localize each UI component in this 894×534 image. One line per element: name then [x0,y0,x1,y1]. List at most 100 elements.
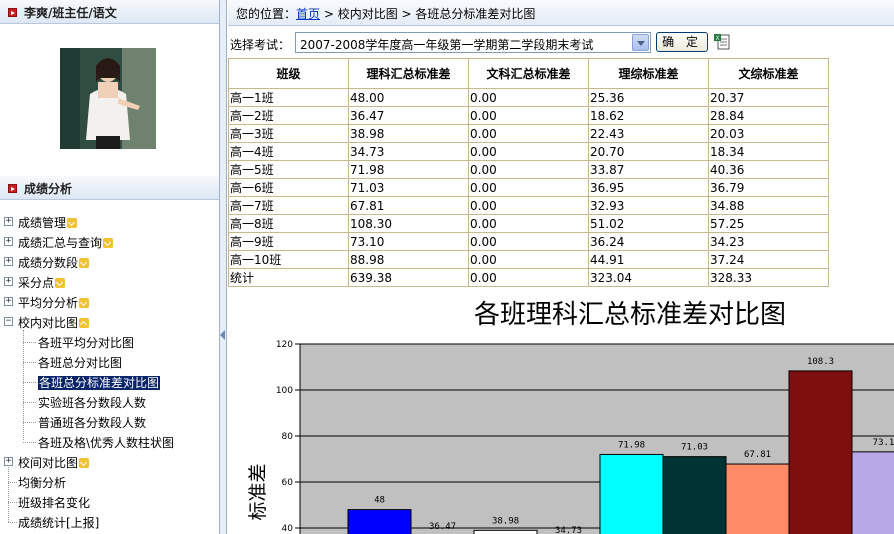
chart-data-label: 71.03 [681,443,708,453]
tree-item-label: 成绩管理 [18,216,67,230]
chevron-down-icon [67,218,78,228]
column-header: 班级 [228,58,349,89]
value-cell: 20.03 [708,124,829,143]
expand-icon[interactable]: + [4,457,13,466]
value-cell: 36.79 [708,178,829,197]
table-row: 统计 639.38 0.00 323.04 328.33 [228,268,829,287]
value-cell: 51.02 [588,214,709,233]
chart-bar [473,529,538,534]
exam-select[interactable]: 2007-2008学年度高一年级第一学期第二学段期末考试 [295,32,651,53]
section-header-text: 成绩分析 [24,182,73,196]
value-cell: 0.00 [468,160,589,179]
chart-data-label: 67.81 [744,450,771,460]
column-header: 理科汇总标准差 [348,58,469,89]
stddev-table: 班级 理科汇总标准差 文科汇总标准差 理综标准差 文综标准差 高一1班 48.00… [228,58,829,287]
value-cell: 25.36 [588,88,709,107]
red-arrow-icon [8,184,17,193]
chart-data-label: 34.73 [555,526,582,534]
chart-y-tick-label: 120 [276,340,293,350]
tree-item-label: 普通班各分数段人数 [38,416,147,430]
value-cell: 0.00 [468,214,589,233]
breadcrumb: 您的位置：首页 > 校内对比图 > 各班总分标准差对比图 [228,0,894,26]
expand-icon[interactable]: + [4,277,13,286]
value-cell: 34.73 [348,142,469,161]
value-cell: 33.87 [588,160,709,179]
pane-splitter[interactable] [219,0,227,534]
tree-item-label: 成绩汇总与查询 [18,236,103,250]
value-cell: 48.00 [348,88,469,107]
value-cell: 36.24 [588,232,709,251]
column-header: 理综标准差 [588,58,709,89]
chart-y-axis-label: 标准差 [247,463,269,520]
value-cell: 639.38 [348,268,469,287]
tree-item-class-stddev-chart[interactable]: 各班总分标准差对比图 [0,372,219,392]
class-name-cell: 高一10班 [228,250,349,269]
value-cell: 0.00 [468,124,589,143]
confirm-button[interactable]: 确 定 [656,32,708,52]
value-cell: 0.00 [468,268,589,287]
tree-item-inter-school-comparison[interactable]: + 校间对比图 [0,452,219,472]
tree-item-score-management[interactable]: + 成绩管理 [0,212,219,232]
export-excel-icon[interactable]: X [713,33,731,51]
value-cell: 0.00 [468,88,589,107]
value-cell: 37.24 [708,250,829,269]
tree-item-in-school-comparison[interactable]: − 校内对比图 [0,312,219,332]
expand-icon[interactable]: + [4,217,13,226]
expand-icon[interactable]: + [4,237,13,246]
red-arrow-icon [8,8,17,17]
chart-y-tick-label: 100 [276,386,293,396]
tree-item-experimental-bands[interactable]: 实验班各分数段人数 [0,392,219,412]
breadcrumb-level2: 各班总分标准差对比图 [415,7,536,21]
tree-item-score-summary[interactable]: + 成绩汇总与查询 [0,232,219,252]
class-name-cell: 高一8班 [228,214,349,233]
value-cell: 88.98 [348,250,469,269]
value-cell: 38.98 [348,124,469,143]
svg-text:X: X [715,36,719,42]
left-pane: 李爽/班主任/语文 成绩分析 + 成绩管理 + 成绩汇总与查询 + 成绩分数段 … [0,0,219,534]
tree-item-class-rank-change[interactable]: 班级排名变化 [0,492,219,512]
section-header: 成绩分析 [0,176,219,200]
value-cell: 28.84 [708,106,829,125]
splitter-grip-icon[interactable] [220,330,226,340]
tree-item-score-statistics-report[interactable]: 成绩统计[上报] [0,512,219,532]
value-cell: 57.25 [708,214,829,233]
class-name-cell: 高一4班 [228,142,349,161]
tree-item-balance-analysis[interactable]: 均衡分析 [0,472,219,492]
value-cell: 71.03 [348,178,469,197]
tree-item-label: 班级排名变化 [18,496,91,510]
value-cell: 323.04 [588,268,709,287]
expand-icon[interactable]: + [4,297,13,306]
collapse-icon[interactable]: − [4,317,13,326]
breadcrumb-separator: > [320,7,338,21]
value-cell: 0.00 [468,106,589,125]
tree-item-label: 成绩统计[上报] [18,516,100,530]
class-name-cell: 高一9班 [228,232,349,251]
tree-item-average-analysis[interactable]: + 平均分分析 [0,292,219,312]
value-cell: 40.36 [708,160,829,179]
chart-data-label: 71.98 [618,440,645,450]
tree-item-score-bands[interactable]: + 成绩分数段 [0,252,219,272]
chart-data-label: 48 [374,496,385,506]
chevron-down-icon [79,298,90,308]
breadcrumb-home-link[interactable]: 首页 [296,7,320,21]
tree-item-pass-excellent-chart[interactable]: 各班及格\优秀人数柱状图 [0,432,219,452]
dropdown-arrow-icon[interactable] [632,34,649,51]
class-name-cell: 高一6班 [228,178,349,197]
tree-item-label: 成绩分数段 [18,256,79,270]
chart-y-tick-label: 60 [282,478,294,488]
tree-item-scoring-points[interactable]: + 采分点 [0,272,219,292]
chevron-down-icon [79,258,90,268]
tree-item-label: 各班平均分对比图 [38,336,135,350]
breadcrumb-level1: 校内对比图 [337,7,398,21]
table-row: 高一1班 48.00 0.00 25.36 20.37 [228,88,829,107]
tree-item-regular-bands[interactable]: 普通班各分数段人数 [0,412,219,432]
tree-item-class-total-chart[interactable]: 各班总分对比图 [0,352,219,372]
tree-item-class-average-chart[interactable]: 各班平均分对比图 [0,332,219,352]
value-cell: 32.93 [588,196,709,215]
exam-label: 选择考试： [230,38,291,52]
expand-icon[interactable]: + [4,257,13,266]
table-row: 高一4班 34.73 0.00 20.70 18.34 [228,142,829,161]
chart-data-label: 36.47 [429,522,456,532]
table-header-row: 班级 理科汇总标准差 文科汇总标准差 理综标准差 文综标准差 [228,58,829,89]
class-name-cell: 统计 [228,268,349,287]
